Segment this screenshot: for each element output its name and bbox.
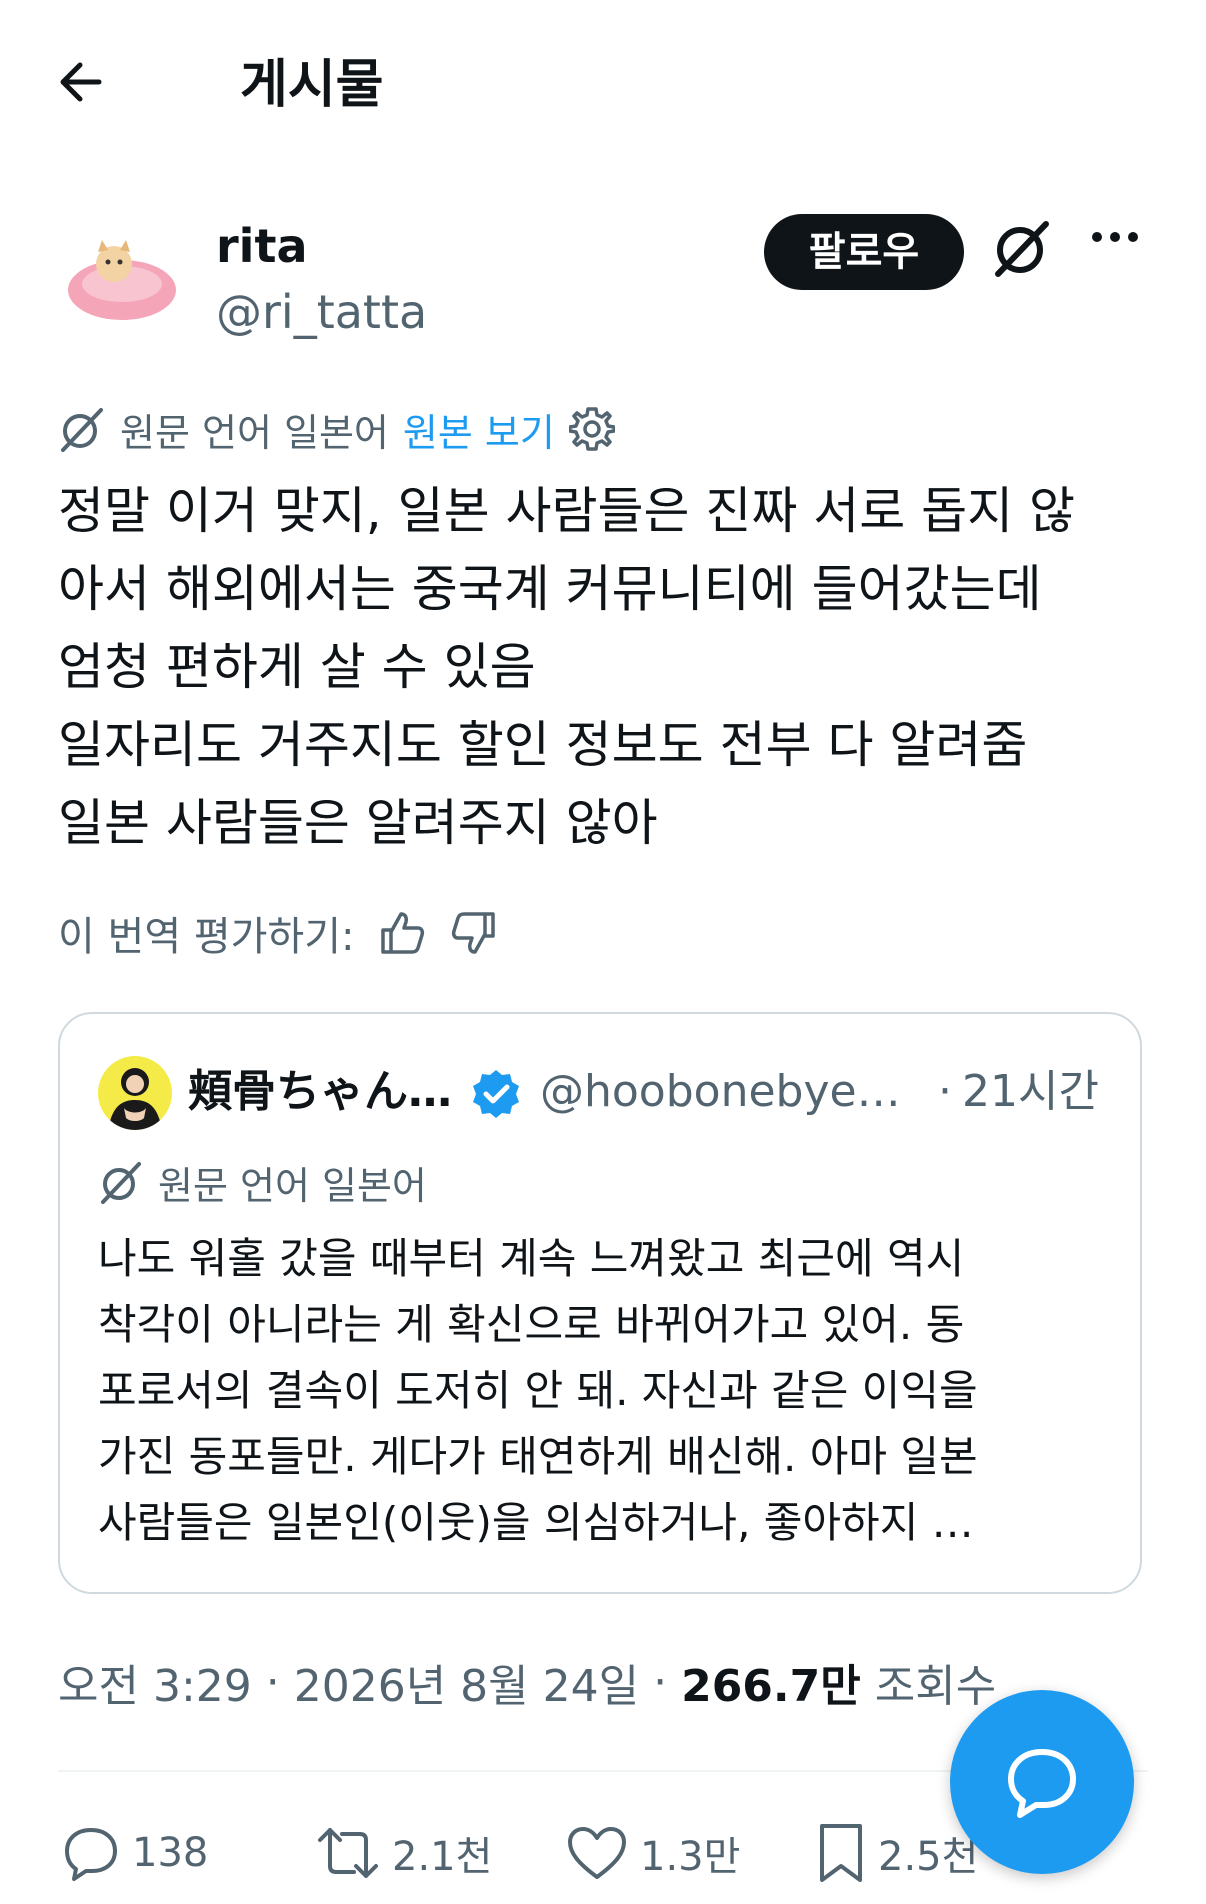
separator-dot: · — [938, 1066, 952, 1117]
heart-icon — [566, 1825, 628, 1881]
like-count: 1.3만 — [640, 1834, 741, 1880]
translation-source-label: 원문 언어 일본어 — [120, 410, 389, 455]
verified-badge-icon — [470, 1068, 522, 1120]
separator-dot: · — [639, 1656, 682, 1708]
view-original-link[interactable]: 원본 보기 — [403, 402, 555, 457]
views-label-spacer — [861, 1657, 875, 1708]
quoted-translation-bar: 원문 언어 일본어 — [98, 1154, 427, 1210]
repost-icon — [316, 1824, 380, 1882]
floating-reply-button[interactable] — [950, 1690, 1134, 1874]
page-title: 게시물 — [240, 55, 384, 115]
quoted-post-time: 21시간 — [962, 1066, 1099, 1117]
repost-count: 2.1천 — [392, 1834, 493, 1880]
rate-translation-row: 이 번역 평가하기: — [58, 904, 499, 962]
gear-icon[interactable] — [568, 406, 615, 452]
quoted-author-avatar[interactable] — [98, 1056, 172, 1130]
post-date: 2026년 8월 24일 — [293, 1661, 640, 1712]
follow-button[interactable]: 팔로우 — [764, 214, 964, 290]
more-options-icon[interactable] — [1090, 230, 1140, 244]
views-label: 조회수 — [874, 1661, 997, 1712]
rate-translation-label: 이 번역 평가하기: — [58, 914, 355, 960]
thumbs-up-icon[interactable] — [377, 908, 427, 958]
translate-icon — [58, 405, 106, 453]
separator-dot: · — [251, 1656, 294, 1708]
chat-bubble-icon — [1004, 1744, 1080, 1820]
author-name[interactable]: rita — [216, 218, 307, 274]
reply-count: 138 — [132, 1830, 209, 1876]
like-button[interactable]: 1.3만 — [566, 1818, 740, 1888]
views-count: 266.7만 — [681, 1661, 861, 1712]
author-handle[interactable]: @ri_tatta — [216, 284, 427, 340]
quoted-translation-source-label: 원문 언어 일본어 — [158, 1163, 427, 1208]
post-time: 오전 3:29 — [58, 1661, 252, 1712]
quoted-post-text: 나도 워홀 갔을 때부터 계속 느껴왔고 최근에 역시 착각이 아니라는 게 확… — [98, 1234, 978, 1547]
translate-icon — [98, 1159, 144, 1205]
author-avatar[interactable] — [58, 214, 186, 342]
post-text: 정말 이거 맞지, 일본 사람들은 진짜 서로 돕지 않 아서 해외에서는 중국… — [58, 482, 1076, 852]
bookmark-icon — [816, 1822, 866, 1884]
back-arrow-icon[interactable] — [58, 62, 102, 102]
quoted-author-handle[interactable]: @hoobonebye… — [540, 1062, 901, 1122]
reply-icon — [62, 1824, 120, 1882]
repost-button[interactable]: 2.1천 — [316, 1818, 492, 1888]
post-meta: 오전 3:29 · 2026년 8월 24일 · 266.7만 조회수 — [58, 1650, 996, 1714]
reply-button[interactable]: 138 — [62, 1818, 208, 1888]
quoted-author-name[interactable]: 頬骨ちゃん… — [188, 1062, 452, 1122]
thumbs-down-icon[interactable] — [449, 908, 499, 958]
grok-icon[interactable] — [992, 218, 1052, 278]
bookmark-count: 2.5천 — [878, 1834, 979, 1880]
bookmark-button[interactable]: 2.5천 — [816, 1818, 978, 1888]
translation-bar: 원문 언어 일본어 원본 보기 — [58, 400, 615, 458]
